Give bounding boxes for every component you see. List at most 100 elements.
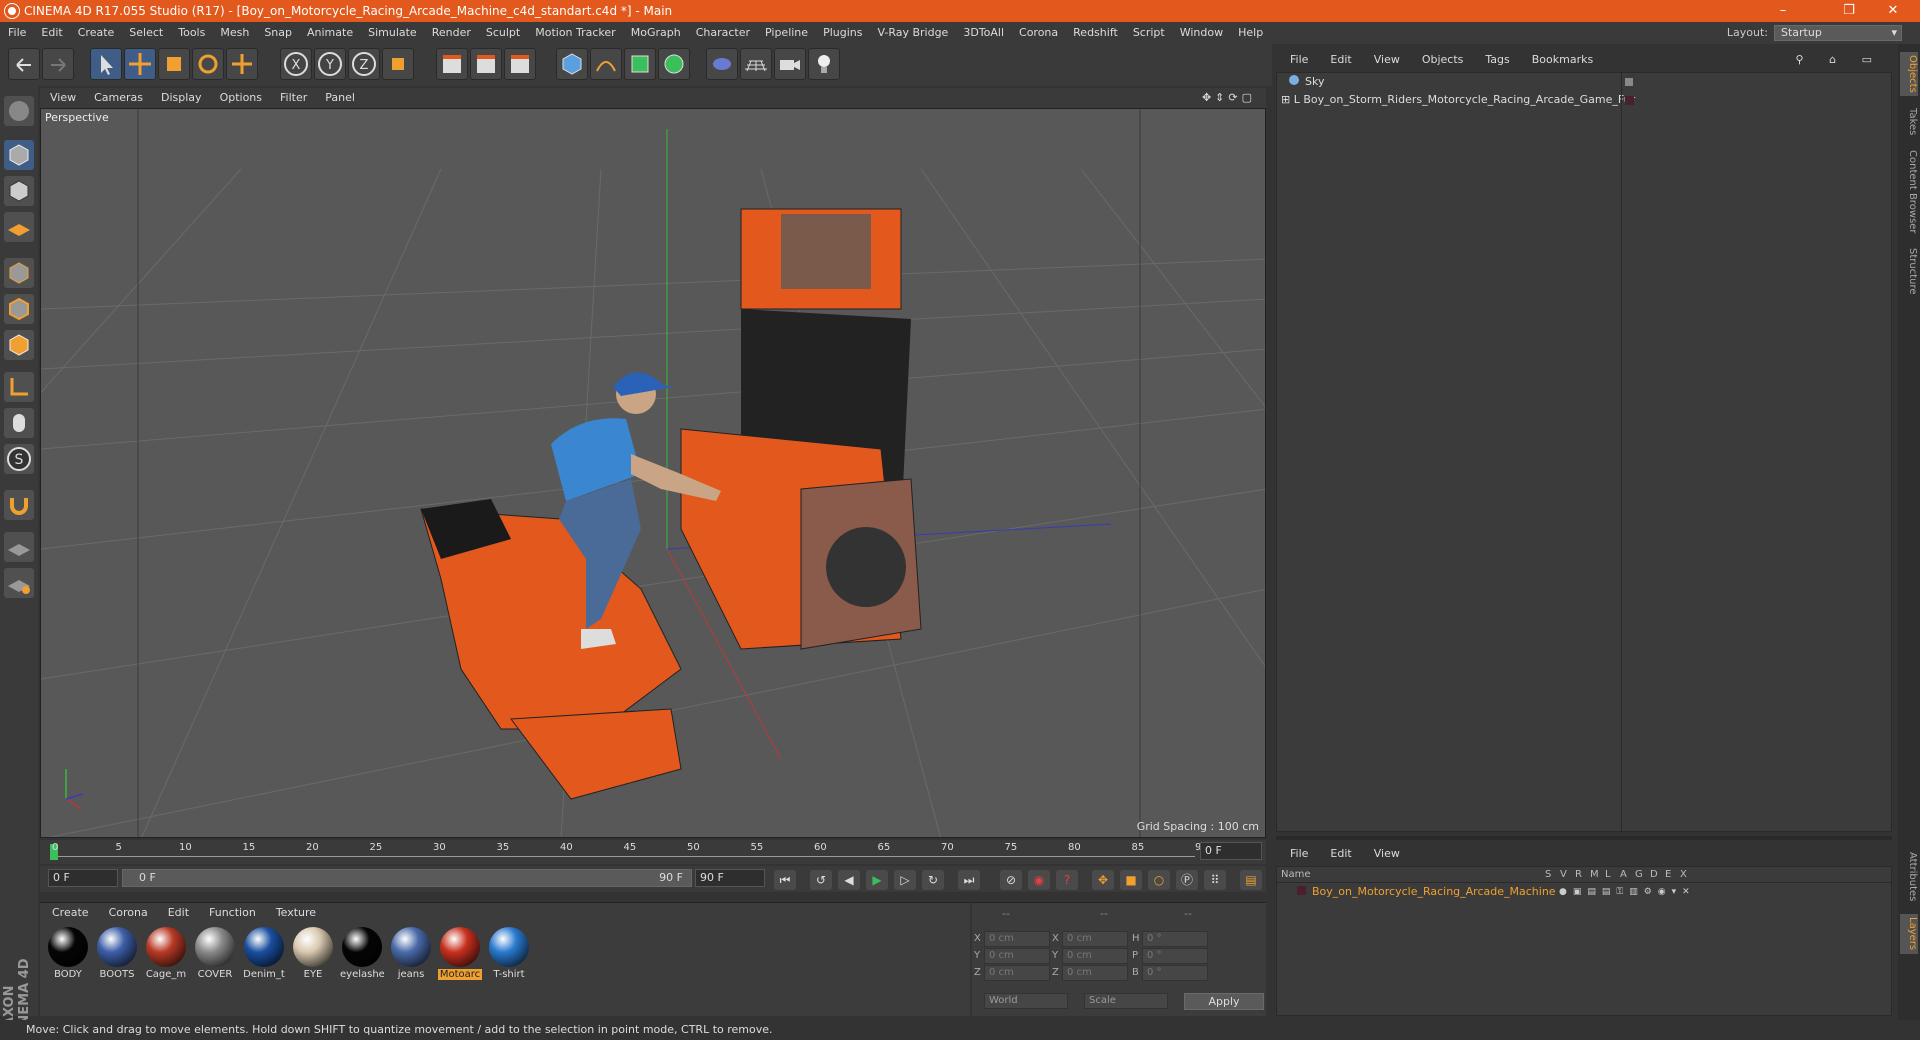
material-swatch[interactable]: Cage_m (144, 927, 188, 987)
record-keys-button[interactable]: ⊘ (1000, 870, 1022, 890)
scale-tool-button[interactable] (158, 48, 190, 80)
close-button[interactable]: ✕ (1870, 0, 1916, 22)
start-frame-field[interactable]: 0 F (48, 869, 118, 887)
menu-help[interactable]: Help (1238, 26, 1263, 39)
objects-menu-file[interactable]: File (1290, 53, 1308, 66)
home-icon[interactable]: ⌂ (1829, 53, 1836, 66)
layer-color-swatch[interactable] (1297, 886, 1306, 895)
preview-range-slider[interactable]: 0 F 90 F (122, 869, 692, 887)
key-pla-button[interactable]: ⠿ (1204, 870, 1226, 890)
magnet-button[interactable] (4, 490, 34, 520)
menu-3dtoall[interactable]: 3DToAll (963, 26, 1004, 39)
panel-splitter[interactable] (1276, 836, 1892, 840)
menu-sculpt[interactable]: Sculpt (486, 26, 520, 39)
y-axis-lock-button[interactable]: Y (314, 48, 346, 80)
coord-field[interactable]: 0 cm (984, 948, 1050, 964)
tab-structure[interactable]: Structure (1900, 244, 1918, 298)
menu-vray-bridge[interactable]: V-Ray Bridge (877, 26, 948, 39)
coord-field[interactable]: 0 cm (984, 931, 1050, 947)
menu-motion-tracker[interactable]: Motion Tracker (535, 26, 615, 39)
add-pen-button[interactable] (590, 48, 622, 80)
viewport-menu-filter[interactable]: Filter (280, 91, 307, 104)
expand-icon[interactable]: ⊞ (1281, 93, 1290, 106)
go-to-end-button[interactable]: ⏭ (958, 870, 980, 890)
prev-key-button[interactable]: ↺ (810, 870, 832, 890)
key-parameter-button[interactable]: Ⓟ (1176, 870, 1198, 890)
menu-script[interactable]: Script (1133, 26, 1165, 39)
layer-column-header[interactable]: V (1560, 867, 1567, 883)
autokey-button[interactable]: ◉ (1028, 870, 1050, 890)
point-mode-button[interactable] (4, 258, 34, 288)
objects-menu-tags[interactable]: Tags (1485, 53, 1509, 66)
menu-file[interactable]: File (8, 26, 26, 39)
menu-window[interactable]: Window (1180, 26, 1223, 39)
material-swatch[interactable]: BOOTS (95, 927, 139, 987)
current-frame-field[interactable]: 0 F (1200, 842, 1262, 860)
lock-workplane-button[interactable] (4, 532, 34, 562)
coord-field[interactable]: 0 ° (1142, 965, 1208, 981)
key-rotation-button[interactable]: ○ (1148, 870, 1170, 890)
viewport-menu-panel[interactable]: Panel (325, 91, 355, 104)
layer-column-header[interactable]: Name (1281, 867, 1311, 883)
workplane-mode-button[interactable] (4, 212, 34, 242)
material-swatch[interactable]: Denim_t (242, 927, 286, 987)
coord-field[interactable]: 0 cm (1062, 931, 1128, 947)
material-menu-create[interactable]: Create (52, 906, 89, 919)
viewport-menu-cameras[interactable]: Cameras (94, 91, 143, 104)
keyframe-selection-button[interactable]: ? (1056, 870, 1078, 890)
menu-animate[interactable]: Animate (307, 26, 353, 39)
new-window-icon[interactable]: ▭ (1862, 53, 1872, 66)
redo-button[interactable] (42, 48, 74, 80)
live-selection-button[interactable] (226, 48, 258, 80)
menu-mograph[interactable]: MoGraph (631, 26, 681, 39)
material-swatch[interactable]: EYE (291, 927, 335, 987)
add-subdivision-button[interactable] (624, 48, 656, 80)
rotate-tool-button[interactable] (192, 48, 224, 80)
coordinate-system-button[interactable] (382, 48, 414, 80)
layer-column-header[interactable]: D (1650, 867, 1658, 883)
viewport-menu-display[interactable]: Display (161, 91, 202, 104)
model-mode-button[interactable] (4, 140, 34, 170)
material-swatch[interactable]: Motoarc (438, 927, 482, 987)
texture-mode-button[interactable] (4, 176, 34, 206)
apply-button[interactable]: Apply (1184, 993, 1264, 1010)
objects-menu-objects[interactable]: Objects (1422, 53, 1464, 66)
menu-render[interactable]: Render (432, 26, 471, 39)
coord-field[interactable]: 0 cm (1062, 948, 1128, 964)
add-cube-button[interactable] (556, 48, 588, 80)
edge-mode-button[interactable] (4, 294, 34, 324)
material-swatch[interactable]: COVER (193, 927, 237, 987)
add-camera-button[interactable] (774, 48, 806, 80)
layer-toggle-icons[interactable]: ●▣▤▤⚿▥⚙◉▾✕ (1559, 883, 1696, 901)
undo-button[interactable] (8, 48, 40, 80)
next-key-button[interactable]: ↻ (922, 870, 944, 890)
objects-menu-edit[interactable]: Edit (1330, 53, 1351, 66)
play-button[interactable]: ▶ (866, 870, 888, 890)
material-menu-function[interactable]: Function (209, 906, 256, 919)
axis-mode-button[interactable] (4, 372, 34, 402)
material-menu-corona[interactable]: Corona (109, 906, 148, 919)
tab-content-browser[interactable]: Content Browser (1900, 144, 1918, 240)
layout-dropdown[interactable]: Startup ▾ (1774, 25, 1902, 41)
viewport-menu-view[interactable]: View (50, 91, 76, 104)
planar-workplane-button[interactable] (4, 568, 34, 598)
move-tool-button[interactable] (124, 48, 156, 80)
menu-tools[interactable]: Tools (178, 26, 205, 39)
select-tool-button[interactable] (90, 48, 122, 80)
layer-column-header[interactable]: X (1680, 867, 1687, 883)
perspective-viewport[interactable]: Perspective Grid Spacing : 100 cm (40, 108, 1266, 838)
x-axis-lock-button[interactable]: X (280, 48, 312, 80)
layers-menu-view[interactable]: View (1374, 847, 1400, 860)
menu-pipeline[interactable]: Pipeline (765, 26, 808, 39)
visibility-icon[interactable] (1625, 78, 1633, 86)
key-scale-button[interactable]: ■ (1120, 870, 1142, 890)
next-frame-button[interactable]: ▷ (894, 870, 916, 890)
layer-color-swatch[interactable] (1625, 96, 1634, 105)
tab-attributes[interactable]: Attributes (1900, 844, 1918, 910)
add-light-button[interactable] (808, 48, 840, 80)
timeline-ruler[interactable]: 051015202530354045505560657075808590 0 F (40, 840, 1266, 864)
menu-plugins[interactable]: Plugins (823, 26, 862, 39)
material-menu-texture[interactable]: Texture (276, 906, 316, 919)
search-icon[interactable]: ⚲ (1796, 53, 1804, 66)
key-position-button[interactable]: ✥ (1092, 870, 1114, 890)
